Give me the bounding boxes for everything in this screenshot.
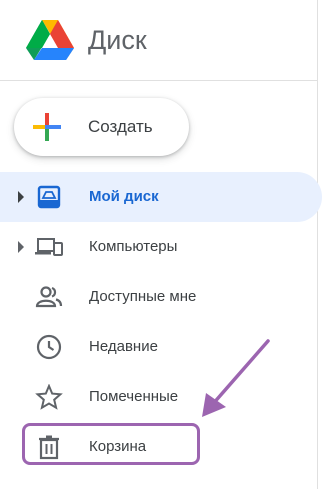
sidebar-item-label: Мой диск [89,188,159,205]
app-header: Диск [0,0,317,80]
star-icon [35,384,63,410]
app-title: Диск [88,25,147,55]
sidebar-item-shared-with-me[interactable]: Доступные мне [0,272,322,322]
sidebar-item-my-drive[interactable]: Мой диск [0,172,322,222]
expand-caret-icon[interactable] [18,241,24,253]
sidebar-item-trash[interactable]: Корзина [0,422,322,472]
sidebar-item-recent[interactable]: Недавние [0,322,322,372]
create-button-label: Создать [88,117,153,136]
my-drive-icon [37,185,61,209]
google-drive-logo-icon[interactable] [26,20,74,60]
sidebar-item-label: Доступные мне [89,288,197,305]
clock-icon [36,334,62,360]
shared-people-icon [35,286,63,308]
expand-caret-icon[interactable] [18,191,24,203]
sidebar-item-label: Компьютеры [89,238,178,255]
create-button[interactable]: Создать [14,98,189,156]
multicolor-plus-icon [33,113,61,141]
computers-icon [35,238,63,256]
sidebar-item-computers[interactable]: Компьютеры [0,222,322,272]
header-divider [0,80,317,81]
trash-icon [39,435,59,460]
sidebar-item-label: Помеченные [89,388,179,405]
sidebar-item-label: Корзина [89,438,147,455]
sidebar-item-starred[interactable]: Помеченные [0,372,322,422]
sidebar-item-label: Недавние [89,338,158,355]
